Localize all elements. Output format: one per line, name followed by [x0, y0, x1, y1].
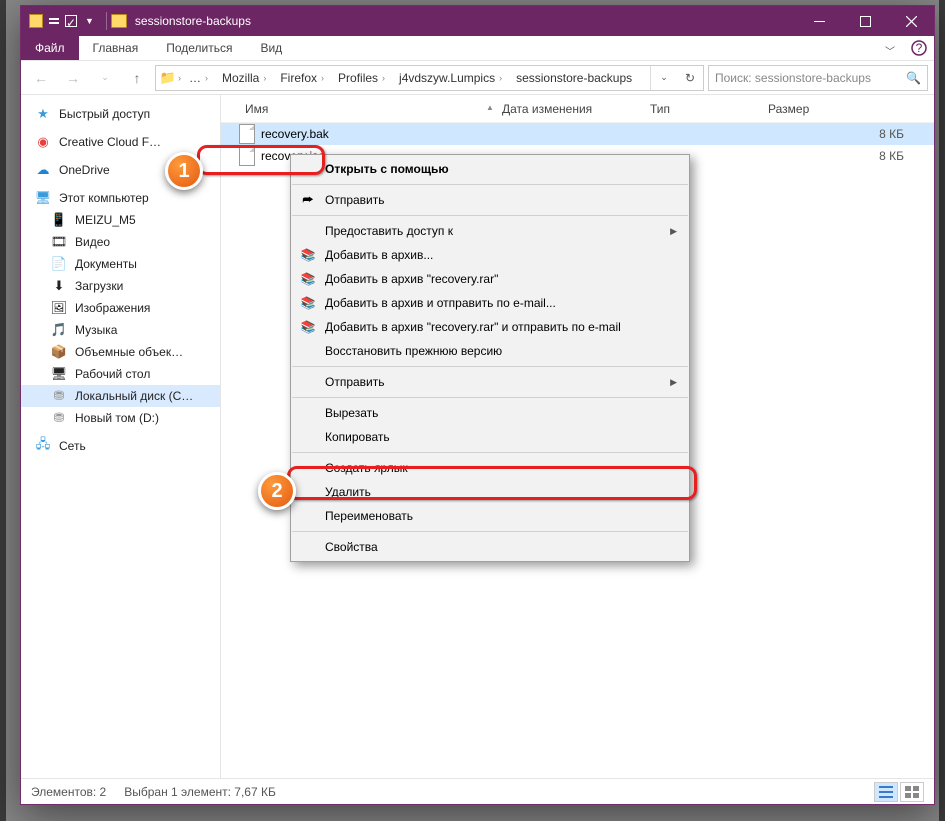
winrar-icon: 📚 — [299, 270, 317, 288]
tab-view[interactable]: Вид — [246, 36, 296, 60]
close-button[interactable] — [888, 6, 934, 36]
file-icon — [239, 146, 255, 166]
sidebar: ★Быстрый доступ ◉Creative Cloud F… ☁OneD… — [21, 95, 221, 778]
sidebar-item-local-disk[interactable]: ⛃Локальный диск (С… — [21, 385, 220, 407]
menu-rename[interactable]: Переименовать — [291, 504, 689, 528]
sidebar-item[interactable]: 🎞Видео — [21, 231, 220, 253]
winrar-icon: 📚 — [299, 246, 317, 264]
sort-indicator-icon: ▲ — [486, 103, 494, 112]
submenu-arrow-icon: ▶ — [670, 226, 677, 237]
menu-properties[interactable]: Свойства — [291, 535, 689, 559]
menu-grant-access[interactable]: Предоставить доступ к▶ — [291, 219, 689, 243]
nav-back-button[interactable]: ← — [27, 64, 55, 92]
crumb[interactable]: j4vdszyw.Lumpics› — [393, 66, 508, 90]
tab-home[interactable]: Главная — [79, 36, 153, 60]
search-icon: 🔍 — [906, 71, 921, 85]
address-dropdown-icon[interactable]: ⌄ — [651, 66, 677, 90]
file-size: 8 КБ — [750, 149, 934, 163]
folder-icon — [111, 14, 127, 28]
svg-text:?: ? — [916, 41, 923, 55]
help-button[interactable]: ? — [904, 36, 934, 60]
status-bar: Элементов: 2 Выбран 1 элемент: 7,67 КБ — [21, 778, 934, 804]
sidebar-creative-cloud[interactable]: ◉Creative Cloud F… — [21, 131, 220, 153]
menu-create-shortcut[interactable]: Создать ярлык — [291, 456, 689, 480]
col-size[interactable]: Размер — [762, 102, 934, 116]
qat-icon[interactable] — [49, 18, 59, 24]
nav-forward-button[interactable]: → — [59, 64, 87, 92]
folder-icon — [29, 14, 43, 28]
tab-file[interactable]: Файл — [21, 36, 79, 60]
menu-add-archive[interactable]: 📚Добавить в архив... — [291, 243, 689, 267]
status-selection: Выбран 1 элемент: 7,67 КБ — [124, 785, 276, 799]
view-icons-button[interactable] — [900, 782, 924, 802]
titlebar[interactable]: ✓ ▼ sessionstore-backups — [21, 6, 934, 36]
menu-send-to[interactable]: Отправить▶ — [291, 370, 689, 394]
qat-dropdown-icon[interactable]: ▼ — [85, 16, 94, 26]
ribbon: Файл Главная Поделиться Вид ﹀ ? — [21, 36, 934, 61]
sidebar-item[interactable]: 🖼Изображения — [21, 297, 220, 319]
ribbon-expand-icon[interactable]: ﹀ — [876, 36, 904, 64]
col-date[interactable]: Дата изменения — [496, 102, 644, 116]
sidebar-item[interactable]: 📄Документы — [21, 253, 220, 275]
winrar-icon: 📚 — [299, 294, 317, 312]
menu-delete[interactable]: Удалить — [291, 480, 689, 504]
menu-send[interactable]: ⮫Отправить — [291, 188, 689, 212]
menu-restore-version[interactable]: Восстановить прежнюю версию — [291, 339, 689, 363]
maximize-button[interactable] — [842, 6, 888, 36]
address-bar[interactable]: 📁› …› Mozilla› Firefox› Profiles› j4vdsz… — [155, 65, 704, 91]
menu-archive-named-email[interactable]: 📚Добавить в архив "recovery.rar" и отпра… — [291, 315, 689, 339]
file-size: 8 КБ — [750, 127, 934, 141]
crumb[interactable]: Mozilla› — [216, 66, 272, 90]
winrar-icon: 📚 — [299, 318, 317, 336]
view-details-button[interactable] — [874, 782, 898, 802]
menu-copy[interactable]: Копировать — [291, 425, 689, 449]
menu-archive-email[interactable]: 📚Добавить в архив и отправить по e-mail.… — [291, 291, 689, 315]
context-menu: Открыть с помощью ⮫Отправить Предоставит… — [290, 154, 690, 562]
window-title: sessionstore-backups — [135, 14, 251, 28]
address-row: ← → ⌄ ↑ 📁› …› Mozilla› Firefox› Profiles… — [21, 61, 934, 95]
sidebar-item[interactable]: 🖥Рабочий стол — [21, 363, 220, 385]
sidebar-item[interactable]: ⬇Загрузки — [21, 275, 220, 297]
column-headers[interactable]: Имя ▲ Дата изменения Тип Размер — [221, 95, 934, 123]
folder-icon: 📁 — [160, 70, 176, 86]
menu-cut[interactable]: Вырезать — [291, 401, 689, 425]
sidebar-network[interactable]: 🖧Сеть — [21, 435, 220, 457]
nav-recent-button[interactable]: ⌄ — [91, 64, 119, 92]
crumb[interactable]: Firefox› — [274, 66, 330, 90]
sidebar-quick-access[interactable]: ★Быстрый доступ — [21, 103, 220, 125]
sidebar-item[interactable]: 📦Объемные объек… — [21, 341, 220, 363]
minimize-button[interactable] — [796, 6, 842, 36]
sidebar-item[interactable]: 📱MEIZU_M5 — [21, 209, 220, 231]
file-icon — [239, 124, 255, 144]
sidebar-this-pc[interactable]: 🖥Этот компьютер — [21, 187, 220, 209]
annotation-badge: 2 — [258, 472, 296, 510]
file-row[interactable]: recovery.bak 8 КБ — [221, 123, 934, 145]
sidebar-item[interactable]: ⛃Новый том (D:) — [21, 407, 220, 429]
search-input[interactable]: Поиск: sessionstore-backups 🔍 — [708, 65, 928, 91]
file-name: recovery.bak — [261, 127, 329, 141]
status-count: Элементов: 2 — [31, 785, 106, 799]
sidebar-item[interactable]: 🎵Музыка — [21, 319, 220, 341]
submenu-arrow-icon: ▶ — [670, 377, 677, 388]
annotation-badge: 1 — [165, 152, 203, 190]
refresh-button[interactable]: ↻ — [677, 66, 703, 90]
col-name[interactable]: Имя — [239, 102, 484, 116]
share-icon: ⮫ — [299, 191, 317, 209]
nav-up-button[interactable]: ↑ — [123, 64, 151, 92]
crumb[interactable]: Profiles› — [332, 66, 391, 90]
menu-add-archive-named[interactable]: 📚Добавить в архив "recovery.rar" — [291, 267, 689, 291]
col-type[interactable]: Тип — [644, 102, 762, 116]
crumb[interactable]: sessionstore-backups — [510, 66, 638, 90]
crumb[interactable]: …› — [183, 66, 214, 90]
menu-open-with[interactable]: Открыть с помощью — [291, 157, 689, 181]
checkbox-icon[interactable]: ✓ — [65, 15, 77, 27]
tab-share[interactable]: Поделиться — [152, 36, 246, 60]
